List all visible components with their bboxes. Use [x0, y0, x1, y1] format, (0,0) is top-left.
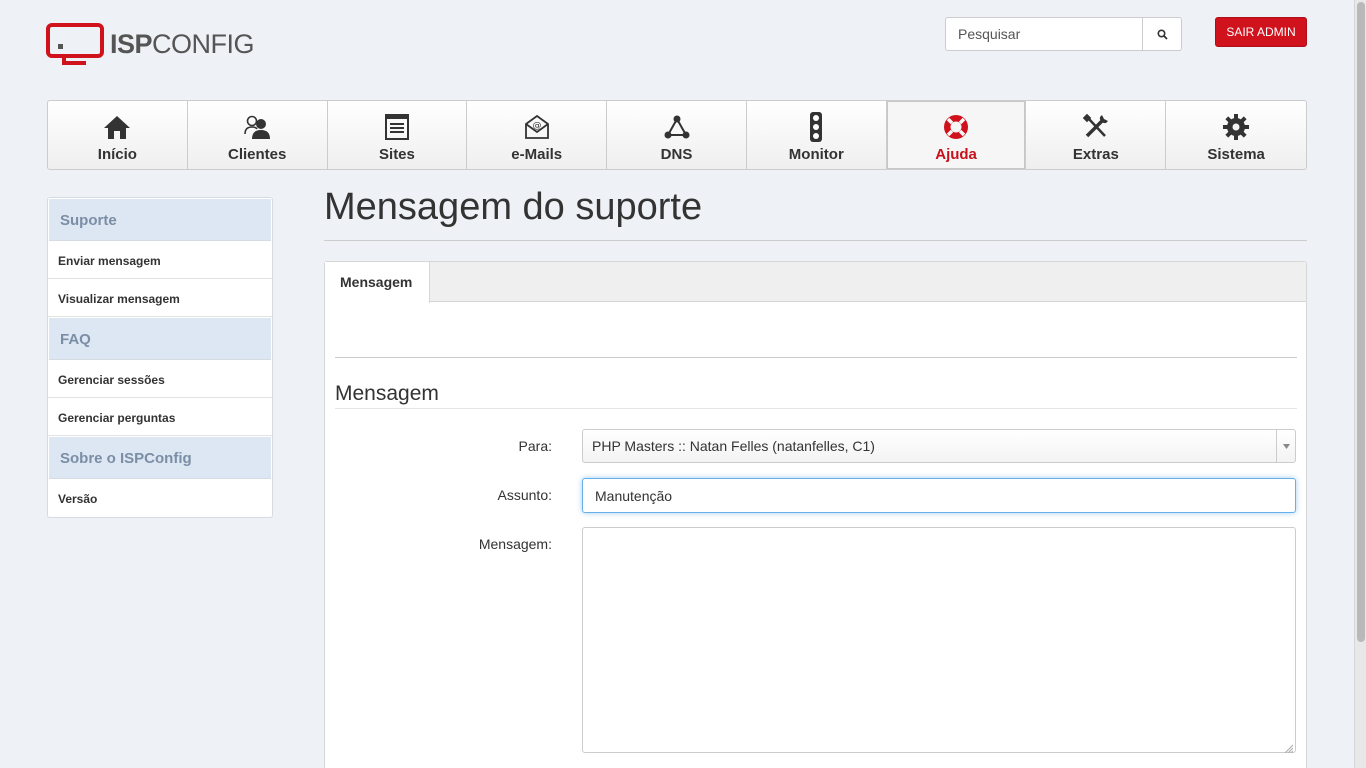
- tab-extras[interactable]: Extras: [1026, 101, 1167, 169]
- chevron-down-icon[interactable]: [1276, 430, 1295, 462]
- tab-label: Clientes: [227, 146, 287, 163]
- main-nav: Início Clientes Sites @ e-Mails DNS Moni…: [47, 100, 1307, 170]
- page-scrollbar[interactable]: [1354, 0, 1366, 768]
- tab-label: Início: [97, 146, 137, 163]
- section-title: Mensagem: [335, 382, 439, 405]
- scrollbar-thumb[interactable]: [1357, 2, 1365, 642]
- message-textarea[interactable]: [582, 527, 1296, 754]
- logo-text-light: CONFIG: [152, 28, 255, 59]
- logo-text-bold: ISP: [110, 28, 153, 59]
- tab-label: DNS: [660, 146, 693, 163]
- users-icon: [243, 113, 271, 141]
- tab-ajuda[interactable]: Ajuda: [886, 101, 1027, 169]
- logout-button[interactable]: SAIR ADMIN: [1215, 17, 1307, 47]
- home-icon: [103, 113, 131, 141]
- search-icon: [1156, 28, 1168, 40]
- tab-label: Extras: [1072, 146, 1119, 163]
- tab-label: e-Mails: [511, 146, 563, 163]
- tab-label: Ajuda: [935, 146, 977, 163]
- dns-icon: [663, 113, 691, 141]
- sidebar-item-visualizar-mensagem[interactable]: Visualizar mensagem: [48, 279, 272, 317]
- sidebar: Suporte Enviar mensagem Visualizar mensa…: [47, 197, 273, 518]
- message-label: Mensagem:: [478, 536, 552, 552]
- tab-emails[interactable]: @ e-Mails: [467, 101, 608, 169]
- sidebar-heading-suporte: Suporte: [49, 199, 271, 241]
- sidebar-item-gerenciar-sessoes[interactable]: Gerenciar sessões: [48, 360, 272, 398]
- tab-label: Sites: [379, 146, 415, 163]
- sidebar-heading-faq: FAQ: [49, 318, 271, 360]
- tab-dns[interactable]: DNS: [607, 101, 747, 169]
- tools-icon: [1082, 113, 1110, 141]
- sidebar-item-enviar-mensagem[interactable]: Enviar mensagem: [48, 241, 272, 279]
- subject-label: Assunto:: [497, 487, 552, 503]
- lifebuoy-icon: [942, 113, 970, 141]
- tab-monitor[interactable]: Monitor: [747, 101, 887, 169]
- sidebar-item-gerenciar-perguntas[interactable]: Gerenciar perguntas: [48, 398, 272, 436]
- svg-text:@: @: [532, 121, 541, 131]
- tab-sites[interactable]: Sites: [328, 101, 468, 169]
- tab-clientes[interactable]: Clientes: [188, 101, 328, 169]
- message-panel: Mensagem Mensagem Para: PHP Masters :: N…: [324, 261, 1307, 768]
- ispconfig-logo[interactable]: ISP CONFIG: [46, 22, 256, 66]
- sidebar-heading-sobre: Sobre o ISPConfig: [49, 437, 271, 479]
- title-divider: [324, 240, 1307, 241]
- logo-mark-icon: [46, 23, 104, 65]
- tab-label: Sistema: [1207, 146, 1265, 163]
- sites-icon: [383, 113, 411, 141]
- recipient-select[interactable]: PHP Masters :: Natan Felles (natanfelles…: [582, 429, 1296, 463]
- recipient-select-value: PHP Masters :: Natan Felles (natanfelles…: [592, 438, 875, 454]
- sidebar-item-versao[interactable]: Versão: [48, 479, 272, 517]
- search-box: [945, 17, 1182, 51]
- section-divider: [335, 408, 1297, 409]
- tab-sistema[interactable]: Sistema: [1166, 101, 1306, 169]
- tab-inicio[interactable]: Início: [48, 101, 188, 169]
- search-input[interactable]: [945, 17, 1142, 51]
- gear-icon: [1222, 113, 1250, 141]
- panel-divider: [335, 357, 1297, 358]
- search-button[interactable]: [1142, 17, 1182, 51]
- subject-input[interactable]: [582, 478, 1296, 513]
- tab-label: Monitor: [788, 146, 844, 163]
- panel-tabbar: Mensagem: [325, 262, 1306, 303]
- page-title: Mensagem do suporte: [324, 186, 703, 228]
- tab-mensagem[interactable]: Mensagem: [325, 262, 430, 303]
- email-icon: @: [523, 113, 551, 141]
- resize-grip-icon[interactable]: [1283, 740, 1294, 754]
- to-label: Para:: [518, 438, 552, 454]
- logo-text: ISP CONFIG: [110, 28, 255, 60]
- traffic-light-icon: [802, 112, 830, 142]
